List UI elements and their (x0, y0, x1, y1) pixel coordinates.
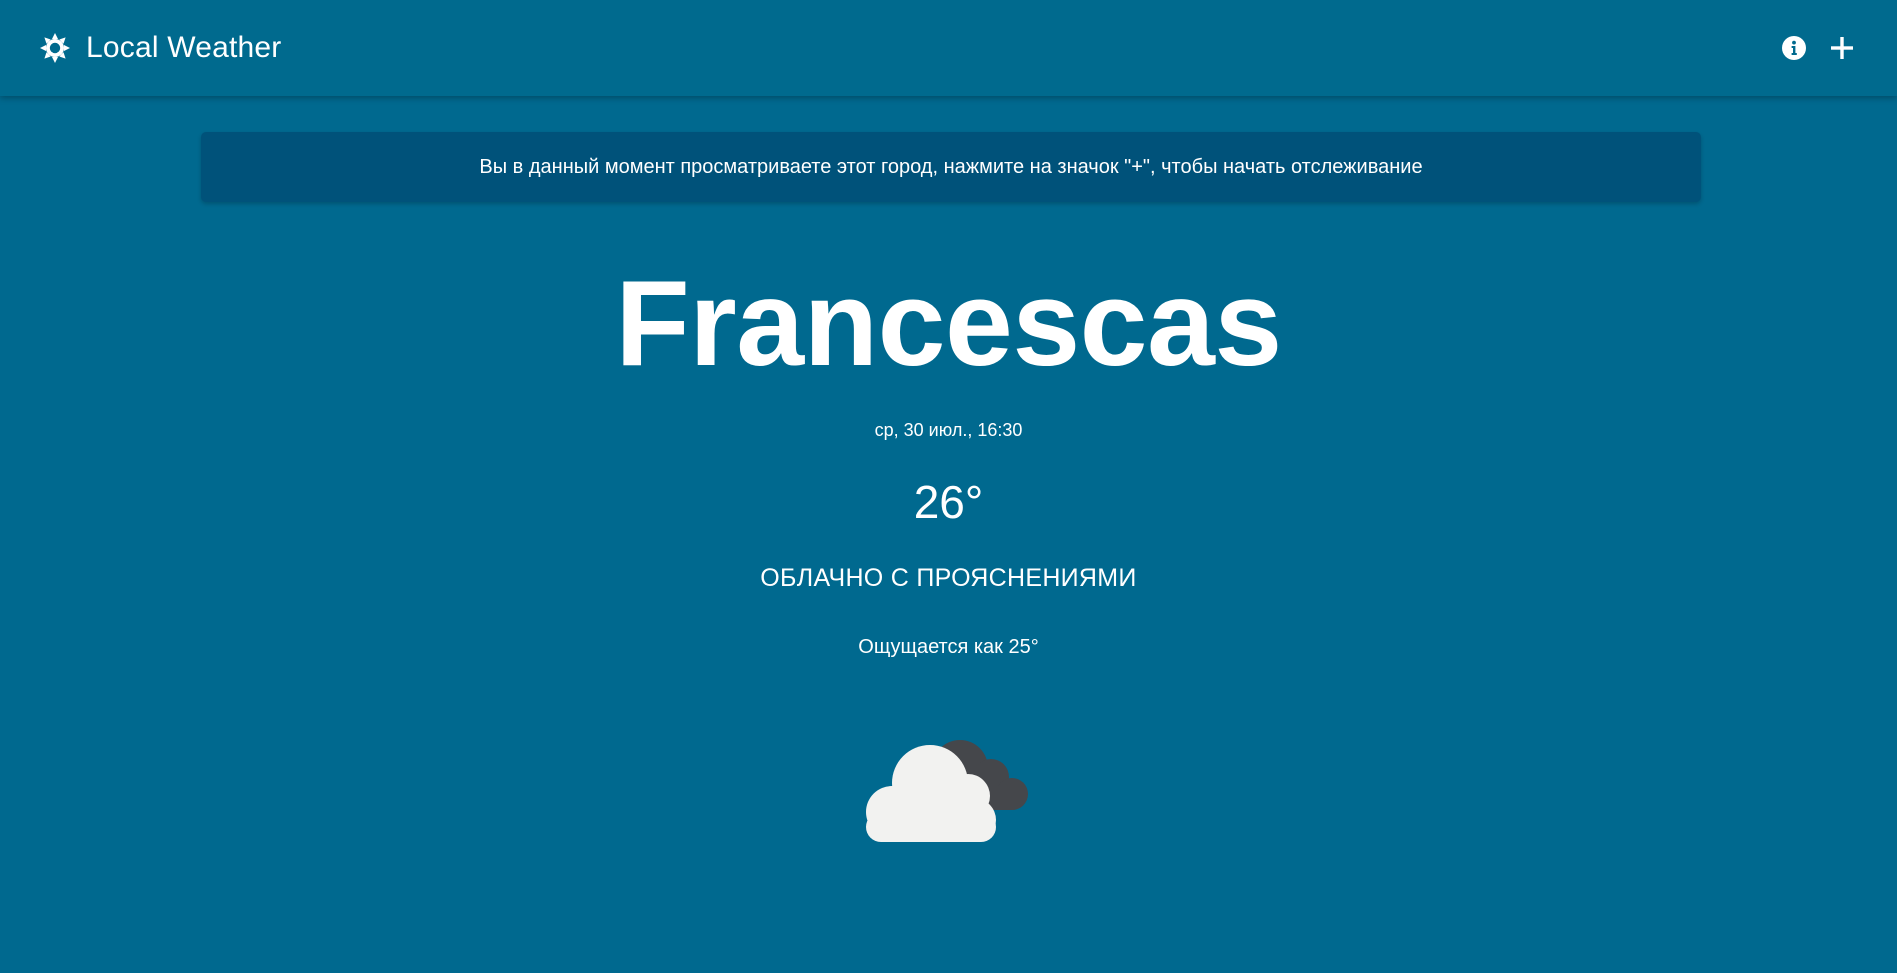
info-banner: Вы в данный момент просматриваете этот г… (201, 132, 1701, 202)
partly-cloudy-icon (860, 728, 1040, 848)
local-datetime: ср, 30 июл., 16:30 (874, 420, 1023, 440)
feels-like: Ощущается как 25° (858, 636, 1039, 658)
current-temperature: 26° (913, 476, 984, 528)
banner-text: Вы в данный момент просматриваете этот г… (479, 155, 1423, 178)
plus-icon (1831, 37, 1853, 59)
brand: Local Weather (38, 31, 282, 65)
add-city-button[interactable] (1825, 31, 1859, 65)
app-title: Local Weather (86, 31, 282, 64)
city-name: Francescas (615, 255, 1282, 391)
topbar-actions (1777, 31, 1859, 65)
info-icon[interactable] (1777, 31, 1811, 65)
weather-condition: ОБЛАЧНО С ПРОЯСНЕНИЯМИ (760, 564, 1137, 592)
top-app-bar: Local Weather (0, 0, 1897, 96)
sun-icon (38, 31, 72, 65)
app-root: Local Weather Вы в данный момент просмат… (0, 0, 1897, 973)
